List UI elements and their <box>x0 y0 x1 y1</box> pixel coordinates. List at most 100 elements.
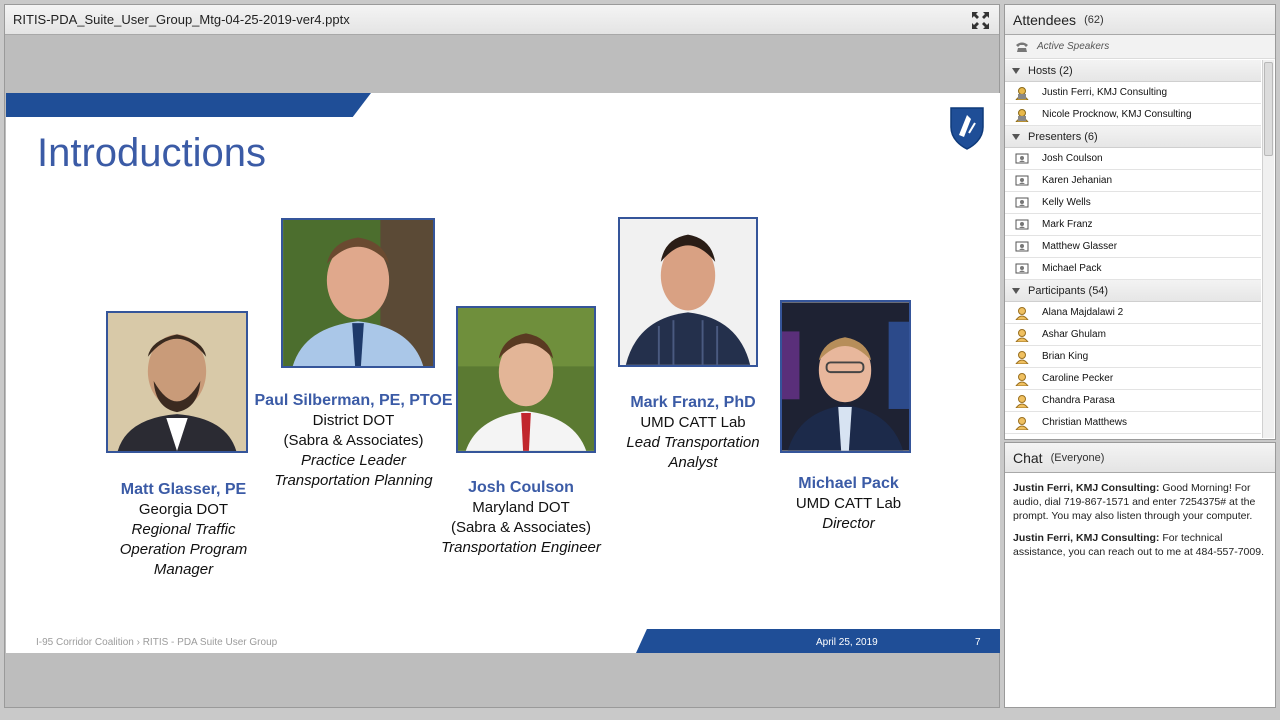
person-org: UMD CATT Lab <box>640 414 746 431</box>
photo-michael-pack <box>780 300 911 453</box>
attendee-row[interactable]: Kelly Wells <box>1005 192 1261 214</box>
group-label: Presenters (6) <box>1028 130 1098 143</box>
attendee-name: Michael Pack <box>1042 263 1102 274</box>
person-role: Practice Leader <box>300 452 407 469</box>
attendee-row[interactable]: Christian Matthews <box>1005 412 1261 434</box>
share-pod: RITIS-PDA_Suite_User_Group_Mtg-04-25-201… <box>4 4 1000 708</box>
attendee-row[interactable]: Michael Pack <box>1005 258 1261 280</box>
attendee-row[interactable]: Ashar Ghulam <box>1005 324 1261 346</box>
group-label: Participants (54) <box>1028 284 1109 297</box>
person-role: Manager <box>153 561 214 578</box>
photo-josh-coulson <box>456 306 596 453</box>
collapse-triangle-icon[interactable] <box>1012 133 1020 140</box>
attendee-row[interactable]: Karen Jehanian <box>1005 170 1261 192</box>
person-name: Paul Silberman, PE, PTOE <box>254 392 453 409</box>
participant-icon <box>1015 350 1029 364</box>
person-paul-silberman: Paul Silberman, PE, PTOE District DOT (S… <box>251 391 456 491</box>
attendees-pod-title: Attendees (62) <box>1005 5 1275 35</box>
attendee-name: Christian Matthews <box>1042 417 1128 428</box>
participant-icon <box>1015 306 1029 320</box>
presenter-icon <box>1015 197 1029 207</box>
attendee-row[interactable]: Nicole Procknow, KMJ Consulting <box>1005 104 1261 126</box>
chat-title: Chat <box>1013 449 1043 466</box>
person-josh-coulson: Josh Coulson Maryland DOT (Sabra & Assoc… <box>431 478 611 558</box>
attendee-name: Brian King <box>1042 351 1089 362</box>
right-panel: Attendees (62) Active Speakers Hosts (2)… <box>1004 4 1276 708</box>
attendee-row[interactable]: Mark Franz <box>1005 214 1261 236</box>
chat-sender: Justin Ferri, KMJ Consulting: <box>1013 532 1160 544</box>
attendee-name: Ashar Ghulam <box>1042 329 1106 340</box>
attendee-name: Alana Majdalawi 2 <box>1042 307 1124 318</box>
share-pod-title: RITIS-PDA_Suite_User_Group_Mtg-04-25-201… <box>5 5 999 35</box>
scrollbar-thumb[interactable] <box>1264 62 1273 156</box>
attendee-list[interactable]: Hosts (2) Justin Ferri, KMJ Consulting N… <box>1005 60 1261 438</box>
coalition-logo <box>947 105 987 151</box>
attendee-name: Justin Ferri, KMJ Consulting <box>1042 87 1168 98</box>
participant-icon <box>1015 394 1029 408</box>
person-michael-pack: Michael Pack UMD CATT Lab Director <box>776 474 921 534</box>
person-name: Mark Franz, PhD <box>630 394 756 411</box>
participant-icon <box>1015 372 1029 386</box>
attendee-row[interactable]: Josh Coulson <box>1005 148 1261 170</box>
group-label: Hosts (2) <box>1028 64 1073 77</box>
attendee-name: Karen Jehanian <box>1042 175 1113 186</box>
presenter-icon <box>1015 175 1029 185</box>
presentation-slide: Introductions Matt Glasser, PE Georgia D… <box>6 93 1000 653</box>
chat-messages: Justin Ferri, KMJ Consulting: Good Morni… <box>1005 473 1275 559</box>
person-mark-franz: Mark Franz, PhD UMD CATT Lab Lead Transp… <box>608 393 778 473</box>
person-matt-glasser: Matt Glasser, PE Georgia DOT Regional Tr… <box>101 480 266 580</box>
active-speakers-bar: Active Speakers <box>1005 35 1275 59</box>
host-icon <box>1015 108 1029 122</box>
attendees-title: Attendees <box>1013 11 1077 28</box>
attendee-row[interactable]: Alana Majdalawi 2 <box>1005 302 1261 324</box>
presenter-icon <box>1015 263 1029 273</box>
chat-message: Justin Ferri, KMJ Consulting: For techni… <box>1013 531 1267 559</box>
person-role: Lead Transportation <box>626 434 760 451</box>
person-role: Operation Program <box>119 541 248 558</box>
collapse-triangle-icon[interactable] <box>1012 287 1020 294</box>
person-name: Matt Glasser, PE <box>120 481 247 498</box>
attendees-pod: Attendees (62) Active Speakers Hosts (2)… <box>1004 4 1276 440</box>
attendee-name: Kelly Wells <box>1042 197 1091 208</box>
chat-pod: Chat (Everyone) Justin Ferri, KMJ Consul… <box>1004 442 1276 708</box>
attendee-name: Nicole Procknow, KMJ Consulting <box>1042 109 1192 120</box>
participant-icon <box>1015 328 1029 342</box>
participant-icon <box>1015 416 1029 430</box>
chat-scope[interactable]: (Everyone) <box>1051 452 1105 464</box>
attendee-row[interactable]: Matthew Glasser <box>1005 236 1261 258</box>
person-org: Maryland DOT <box>472 499 570 516</box>
attendee-scrollbar[interactable] <box>1262 60 1274 438</box>
host-icon <box>1015 86 1029 100</box>
phone-icon <box>1016 42 1028 52</box>
attendee-row[interactable]: Brian King <box>1005 346 1261 368</box>
photo-mark-franz <box>618 217 758 367</box>
group-presenters[interactable]: Presenters (6) <box>1005 126 1261 148</box>
person-role: Analyst <box>668 454 718 471</box>
presenter-icon <box>1015 153 1029 163</box>
attendee-name: Chandra Parasa <box>1042 395 1115 406</box>
person-role: Regional Traffic <box>131 521 236 538</box>
attendees-count: (62) <box>1084 13 1104 26</box>
attendee-name: Caroline Pecker <box>1042 373 1114 384</box>
photo-paul-silberman <box>281 218 435 368</box>
person-name: Michael Pack <box>798 475 899 492</box>
chat-sender: Justin Ferri, KMJ Consulting: <box>1013 482 1160 494</box>
fullscreen-icon[interactable] <box>972 12 989 29</box>
group-participants[interactable]: Participants (54) <box>1005 280 1261 302</box>
chat-pod-title: Chat (Everyone) <box>1005 443 1275 473</box>
attendee-row[interactable]: Chandra Parasa <box>1005 390 1261 412</box>
slide-page-number: 7 <box>975 637 981 648</box>
group-hosts[interactable]: Hosts (2) <box>1005 60 1261 82</box>
person-org: (Sabra & Associates) <box>450 519 592 536</box>
chat-message: Justin Ferri, KMJ Consulting: Good Morni… <box>1013 481 1267 523</box>
attendee-name: Josh Coulson <box>1042 153 1103 164</box>
slide-title: Introductions <box>37 131 267 175</box>
attendee-row[interactable]: Caroline Pecker <box>1005 368 1261 390</box>
collapse-triangle-icon[interactable] <box>1012 67 1020 74</box>
person-role: Transportation Planning <box>274 472 433 489</box>
person-name: Josh Coulson <box>468 479 574 496</box>
slide-header-band <box>6 93 371 117</box>
slide-footer-text: I-95 Corridor Coalition › RITIS - PDA Su… <box>36 637 278 648</box>
person-org: UMD CATT Lab <box>795 495 902 512</box>
attendee-row[interactable]: Justin Ferri, KMJ Consulting <box>1005 82 1261 104</box>
